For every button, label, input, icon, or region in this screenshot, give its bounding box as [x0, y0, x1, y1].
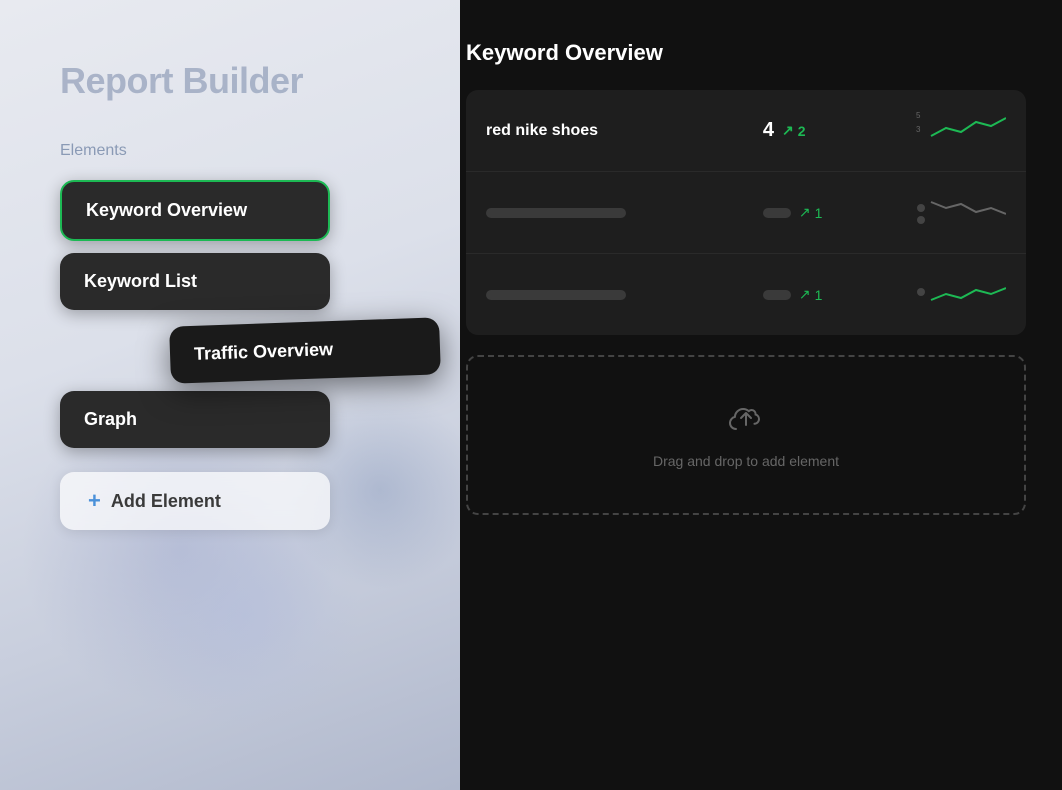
kw-rank-placeholder-cell: ↗ 1 [743, 172, 896, 254]
panel-content: Report Builder Elements Keyword Overview… [60, 60, 420, 530]
rank-placeholder-3: ↗ 1 [763, 286, 876, 303]
right-panel: Keyword Overview red nike shoes 4 ↗ 2 [430, 0, 1062, 790]
arrow-up-icon-3: ↗ [799, 286, 811, 303]
kw-rank-cell: 4 ↗ 2 [743, 90, 896, 172]
table-row: red nike shoes 4 ↗ 2 5 [466, 90, 1026, 172]
page-title: Report Builder [60, 60, 420, 102]
kw-placeholder-cell-3 [466, 254, 743, 336]
mini-chart-2 [916, 190, 1006, 230]
keyword-placeholder [486, 208, 626, 218]
drop-zone[interactable]: Drag and drop to add element [466, 355, 1026, 515]
rank-dot [763, 208, 791, 218]
rank-value: 4 ↗ 2 [763, 119, 876, 142]
main-container: Report Builder Elements Keyword Overview… [0, 0, 1062, 790]
arrow-up-icon-2: ↗ [799, 204, 811, 221]
upload-cloud-icon [726, 399, 766, 439]
rank-change-2: ↗ 1 [799, 204, 823, 221]
rank-change-3: ↗ 1 [799, 286, 823, 303]
mini-chart-cell-3 [896, 254, 1026, 336]
element-item-keyword-overview[interactable]: Keyword Overview [60, 180, 330, 241]
keyword-overview-title: Keyword Overview [466, 40, 1026, 66]
keyword-text: red nike shoes [486, 122, 598, 139]
svg-text:5: 5 [916, 111, 921, 120]
kw-rank-placeholder-cell-3: ↗ 1 [743, 254, 896, 336]
rank-placeholder: ↗ 1 [763, 204, 876, 221]
element-item-traffic-overview[interactable]: Traffic Overview [169, 317, 441, 383]
element-item-keyword-list[interactable]: Keyword List [60, 253, 330, 310]
table-row: ↗ 1 [466, 254, 1026, 336]
mini-chart-cell: 5 3 [896, 90, 1026, 172]
kw-name-cell: red nike shoes [466, 90, 743, 172]
element-list: Keyword Overview Keyword List Traffic Ov… [60, 180, 420, 448]
add-element-label: Add Element [111, 491, 221, 512]
add-element-button[interactable]: + Add Element [60, 472, 330, 530]
mini-chart-cell-2 [896, 172, 1026, 254]
keyword-placeholder-3 [486, 290, 626, 300]
element-label-graph: Graph [84, 409, 137, 430]
element-label-keyword-list: Keyword List [84, 271, 197, 292]
kw-placeholder-cell [466, 172, 743, 254]
svg-text:3: 3 [916, 125, 921, 134]
table-row: ↗ 1 [466, 172, 1026, 254]
element-label-traffic-overview: Traffic Overview [194, 339, 334, 365]
elements-label: Elements [60, 142, 420, 160]
mini-chart-3 [916, 272, 1006, 312]
rank-dot-3 [763, 290, 791, 300]
left-panel: Report Builder Elements Keyword Overview… [0, 0, 460, 790]
element-label-keyword-overview: Keyword Overview [86, 200, 247, 221]
keyword-table: red nike shoes 4 ↗ 2 5 [466, 90, 1026, 335]
arrow-up-icon: ↗ [782, 122, 794, 139]
drop-zone-text: Drag and drop to add element [653, 451, 839, 472]
mini-chart-1: 5 3 [916, 108, 1006, 148]
rank-change: ↗ 2 [782, 122, 806, 139]
plus-icon: + [88, 490, 101, 512]
element-item-graph[interactable]: Graph [60, 391, 330, 448]
